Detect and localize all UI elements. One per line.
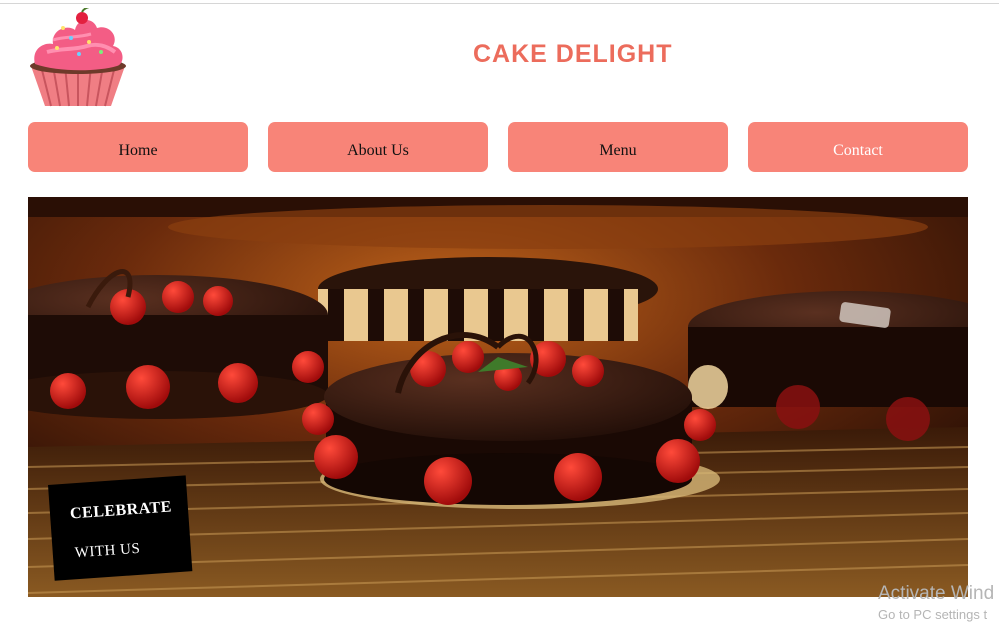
cupcake-icon: [30, 6, 126, 107]
banner-line-1: CELEBRATE: [69, 498, 173, 523]
cupcake-logo[interactable]: [27, 6, 129, 108]
site-title: CAKE DELIGHT: [473, 40, 673, 68]
nav-home-button[interactable]: Home: [28, 122, 248, 172]
celebrate-banner: CELEBRATE WITH US: [48, 475, 193, 581]
hero-image: CELEBRATE WITH US: [28, 197, 968, 597]
nav-menu-button[interactable]: Menu: [508, 122, 728, 172]
watermark-line-2: Go to PC settings t: [878, 607, 988, 622]
nav-about-button[interactable]: About Us: [268, 122, 488, 172]
windows-activation-watermark: Activate Wind Go to PC settings t: [878, 582, 999, 624]
main-nav: Home About Us Menu Contact: [28, 122, 968, 172]
banner-line-2: WITH US: [74, 540, 141, 562]
watermark-line-1: Activate Wind: [878, 583, 995, 604]
top-divider: [0, 3, 999, 4]
nav-contact-button[interactable]: Contact: [748, 122, 968, 172]
